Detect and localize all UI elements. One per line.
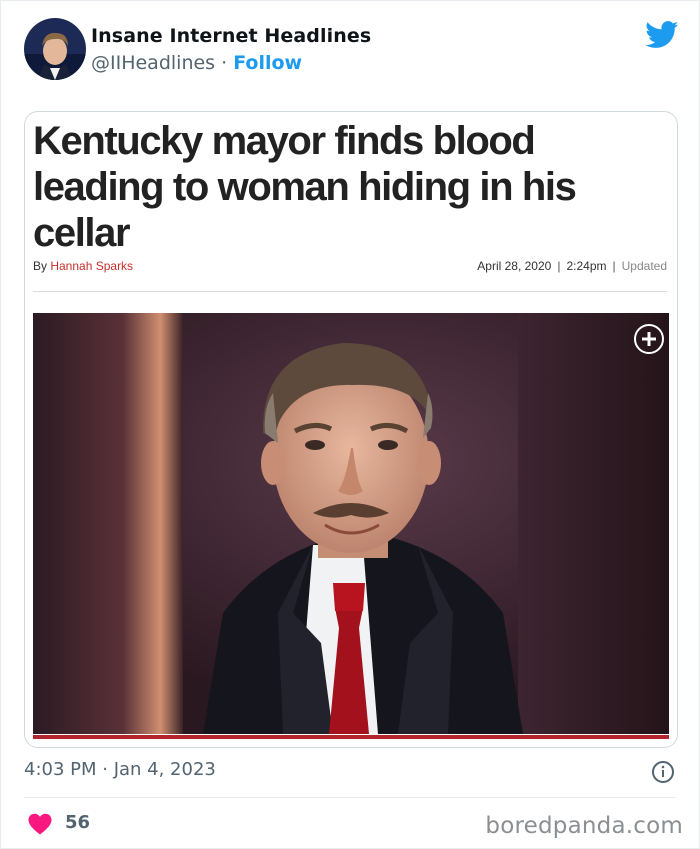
article-updated: Updated (621, 259, 667, 273)
footer-divider (24, 797, 676, 798)
article-meta: April 28, 2020 | 2:24pm | Updated (477, 259, 667, 273)
article-time: 2:24pm (566, 259, 607, 273)
display-name[interactable]: Insane Internet Headlines (91, 25, 371, 47)
meta-separator: | (612, 259, 616, 273)
article-photo[interactable] (33, 313, 669, 734)
info-icon[interactable] (651, 760, 675, 784)
twitter-bird-icon[interactable] (645, 21, 679, 49)
tweet-timestamp[interactable]: 4:03 PM · Jan 4, 2023 (24, 759, 216, 780)
article-divider (33, 291, 667, 292)
article-author: Hannah Sparks (50, 259, 134, 273)
follow-button[interactable]: Follow (233, 52, 302, 74)
heart-icon[interactable] (28, 813, 52, 835)
handle-separator: · (215, 52, 234, 74)
plus-icon[interactable] (634, 324, 664, 354)
user-handle[interactable]: @IIHeadlines (91, 52, 215, 74)
article-card[interactable]: Kentucky mayor finds blood leading to wo… (24, 111, 678, 748)
meta-separator: | (557, 259, 561, 273)
byline-prefix: By (33, 259, 51, 273)
portrait-image (33, 313, 669, 734)
watermark: boredpanda.com (485, 813, 683, 839)
article-date: April 28, 2020 (477, 259, 552, 273)
avatar[interactable] (24, 18, 86, 80)
article-byline: By Hannah Sparks (33, 259, 133, 273)
article-headline: Kentucky mayor finds blood leading to wo… (33, 119, 577, 255)
handle-row: @IIHeadlines · Follow (91, 52, 302, 74)
like-count[interactable]: 56 (65, 812, 90, 833)
photo-accent-rule (33, 735, 669, 739)
tweet-embed: Insane Internet Headlines @IIHeadlines ·… (0, 0, 700, 849)
